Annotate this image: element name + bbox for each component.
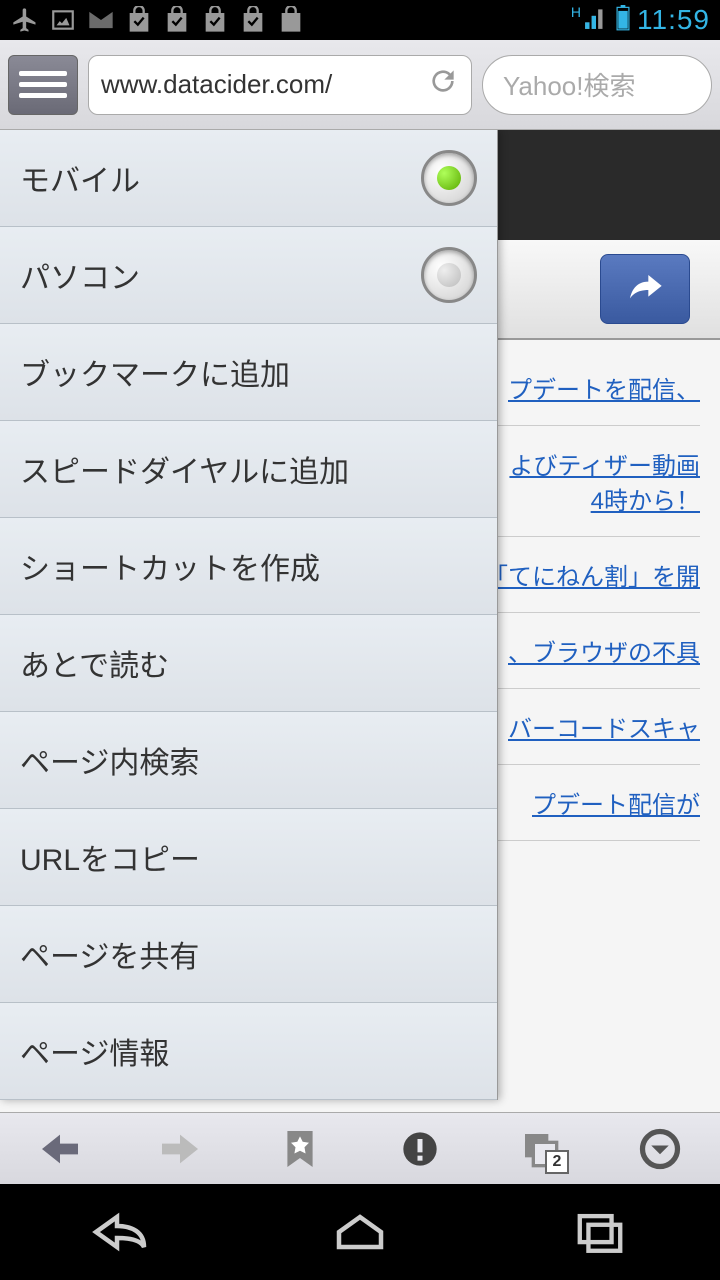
menu-item-label: URLをコピー: [20, 835, 200, 879]
menu-item-page-info[interactable]: ページ情報: [0, 1003, 497, 1100]
forward-icon[interactable]: [155, 1124, 205, 1174]
menu-item-add-bookmark[interactable]: ブックマークに追加: [0, 324, 497, 421]
bag-check-icon: [124, 5, 154, 35]
menu-item-label: パソコン: [20, 253, 140, 297]
status-clock: 11:59: [637, 4, 710, 36]
radio-unselected-icon: [421, 247, 477, 303]
nav-back-button[interactable]: [60, 1202, 180, 1262]
menu-item-read-later[interactable]: あとで読む: [0, 615, 497, 712]
menu-item-label: ページを共有: [20, 932, 199, 976]
url-bar[interactable]: www.datacider.com/: [88, 55, 472, 115]
bookmark-star-icon[interactable]: [275, 1124, 325, 1174]
reload-icon[interactable]: [427, 65, 459, 105]
nav-recent-button[interactable]: [540, 1202, 660, 1262]
menu-item-label: ページ内検索: [20, 738, 199, 782]
bag-check-icon: [162, 5, 192, 35]
battery-icon: [615, 5, 631, 36]
signal-icon: [583, 5, 609, 36]
menu-item-label: あとで読む: [20, 641, 169, 685]
share-button[interactable]: [600, 254, 690, 324]
menu-item-label: ショートカットを作成: [20, 544, 320, 588]
tab-count-badge: 2: [545, 1150, 569, 1174]
image-icon: [48, 5, 78, 35]
menu-item-find-in-page[interactable]: ページ内検索: [0, 712, 497, 809]
menu-item-label: スピードダイヤルに追加: [20, 447, 349, 491]
status-icons-right: H 11:59: [571, 4, 710, 36]
dropdown-circle-icon[interactable]: [635, 1124, 685, 1174]
menu-item-add-speeddial[interactable]: スピードダイヤルに追加: [0, 421, 497, 518]
url-text: www.datacider.com/: [101, 69, 427, 100]
context-menu: モバイル パソコン ブックマークに追加 スピードダイヤルに追加 ショートカットを…: [0, 130, 498, 1100]
menu-item-create-shortcut[interactable]: ショートカットを作成: [0, 518, 497, 615]
menu-item-label: ブックマークに追加: [20, 350, 290, 394]
menu-item-label: ページ情報: [20, 1029, 169, 1073]
bag-check-icon: [200, 5, 230, 35]
browser-bottom-toolbar: 2: [0, 1112, 720, 1184]
radio-selected-icon: [421, 150, 477, 206]
status-bar: H 11:59: [0, 0, 720, 40]
alert-icon[interactable]: [395, 1124, 445, 1174]
bag-icon: [276, 5, 306, 35]
search-placeholder: Yahoo!検索: [503, 66, 635, 103]
signal-type-label: H: [571, 4, 581, 20]
menu-item-share-page[interactable]: ページを共有: [0, 906, 497, 1003]
browser-toolbar: www.datacider.com/ Yahoo!検索: [0, 40, 720, 130]
menu-button[interactable]: [8, 55, 78, 115]
status-icons-left: [10, 5, 306, 35]
menu-item-mobile[interactable]: モバイル: [0, 130, 497, 227]
tabs-icon[interactable]: 2: [515, 1124, 565, 1174]
bag-check-icon: [238, 5, 268, 35]
menu-item-copy-url[interactable]: URLをコピー: [0, 809, 497, 906]
page-content-area: プデートを配信、 よびティザー動画 4時から！ 「てにねん割」を開 、ブラウザの…: [0, 130, 720, 1146]
back-icon[interactable]: [35, 1124, 85, 1174]
android-nav-bar: [0, 1184, 720, 1280]
mail-icon: [86, 5, 116, 35]
menu-item-label: モバイル: [20, 156, 140, 200]
airplane-mute-icon: [10, 5, 40, 35]
search-bar[interactable]: Yahoo!検索: [482, 55, 712, 115]
menu-item-desktop[interactable]: パソコン: [0, 227, 497, 324]
share-arrow-icon: [625, 270, 665, 309]
nav-home-button[interactable]: [300, 1202, 420, 1262]
